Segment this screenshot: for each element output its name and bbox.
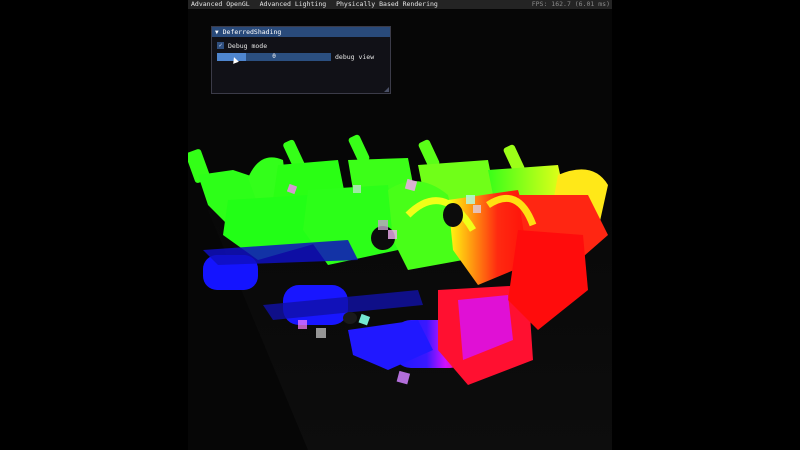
debug-view-label: debug view	[335, 53, 375, 61]
fps-readout: FPS: 162.7 (6.01 ms)	[531, 0, 610, 8]
deferred-shading-panel[interactable]: ▼ DeferredShading ✓ Debug mode 0 debug vie…	[211, 26, 391, 94]
main-menu-bar: Advanced OpenGL Advanced Lighting Physic…	[188, 0, 612, 9]
collapse-triangle-icon[interactable]: ▼	[215, 28, 219, 38]
debug-mode-row[interactable]: ✓ Debug mode	[217, 42, 267, 50]
render-viewport[interactable]: Advanced OpenGL Advanced Lighting Physic…	[188, 0, 612, 450]
panel-title-bar[interactable]: ▼ DeferredShading	[212, 27, 390, 37]
menu-advanced-opengl[interactable]: Advanced OpenGL	[188, 0, 253, 9]
debug-mode-checkbox[interactable]: ✓	[217, 42, 224, 49]
debug-mode-label: Debug mode	[228, 42, 268, 50]
panel-title: DeferredShading	[222, 28, 282, 36]
resize-grip-icon[interactable]	[384, 87, 389, 92]
menu-advanced-lighting[interactable]: Advanced Lighting	[257, 0, 330, 9]
menu-pbr[interactable]: Physically Based Rendering	[333, 0, 441, 9]
